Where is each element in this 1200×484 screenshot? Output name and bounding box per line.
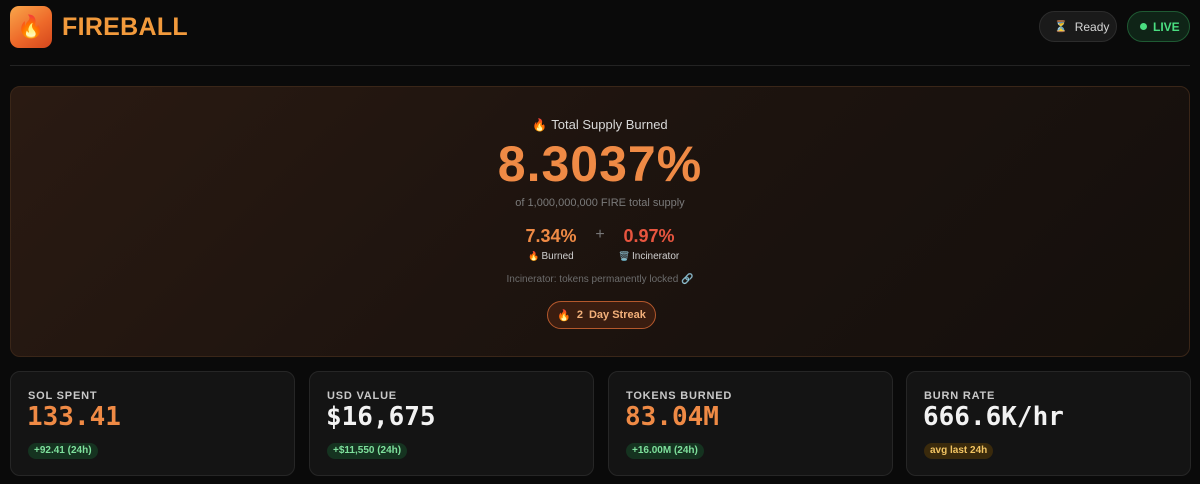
link-icon[interactable]: 🔗 xyxy=(681,274,693,285)
burned-percent: 7.34% xyxy=(525,226,577,246)
streak-count: 2 xyxy=(576,309,583,321)
stat-card-burn-rate: BURN RATE 666.6K/hr avg last 24h xyxy=(906,371,1191,476)
total-burned-panel: 🔥 Total Supply Burned 8.3037% of 1,000,00… xyxy=(10,86,1190,357)
stat-change-badge: +$11,550 (24h) xyxy=(327,443,408,459)
stat-card-usd-value: USD VALUE $16,675 +$11,550 (24h) xyxy=(309,371,594,476)
hero-title: 🔥 Total Supply Burned xyxy=(11,117,1189,132)
stat-change-badge: +92.41 (24h) xyxy=(28,443,98,459)
live-dot-icon xyxy=(1140,23,1147,30)
total-supply-subtitle: of 1,000,000,000 FIRE total supply xyxy=(515,197,685,209)
stat-label: USD VALUE xyxy=(327,390,397,402)
incinerator-note-text: Incinerator: tokens permanently locked xyxy=(506,274,679,285)
stat-value: 666.6K/hr xyxy=(923,402,1064,432)
incinerator-note: Incinerator: tokens permanently locked 🔗 xyxy=(11,274,1189,285)
plus-sign: + xyxy=(595,226,605,243)
incinerator-percent: 0.97% xyxy=(623,226,675,246)
status-ready-label: Ready xyxy=(1074,19,1110,34)
burned-label: 🔥 Burned xyxy=(511,251,591,262)
stat-label: TOKENS BURNED xyxy=(626,390,733,402)
hourglass-icon: ⏳ xyxy=(1054,20,1068,33)
status-ready-pill[interactable]: ⏳ Ready xyxy=(1039,11,1117,42)
fire-icon: 🔥 xyxy=(557,308,571,322)
app-header: 🔥 FIREBALL ⏳ Ready LIVE xyxy=(10,0,1190,66)
day-streak-badge[interactable]: 🔥 2 Day Streak xyxy=(547,301,656,329)
stat-value: 133.41 xyxy=(27,402,121,432)
burned-stat: 7.34% 🔥 Burned xyxy=(511,226,591,262)
fire-icon: 🔥 xyxy=(528,252,540,262)
incinerator-stat: 0.97% 🗑️ Incinerator xyxy=(609,226,689,262)
stat-label: BURN RATE xyxy=(924,390,996,402)
streak-label: Day Streak xyxy=(588,309,646,321)
stat-value: $16,675 xyxy=(326,402,436,432)
stat-label: SOL SPENT xyxy=(28,390,98,402)
stat-card-sol-spent: SOL SPENT 133.41 +92.41 (24h) xyxy=(10,371,295,476)
burned-label-text: Burned xyxy=(541,251,574,262)
status-live-label: LIVE xyxy=(1153,19,1180,34)
brand-title: FIREBALL xyxy=(62,13,188,41)
stat-value: 83.04M xyxy=(625,402,719,432)
stat-period-badge: avg last 24h xyxy=(924,443,994,459)
trash-icon: 🗑️ xyxy=(618,252,630,262)
stat-change-badge: +16.00M (24h) xyxy=(626,443,704,459)
fire-icon: 🔥 xyxy=(532,118,548,132)
total-burned-percent: 8.3037% xyxy=(497,136,703,192)
status-live-pill[interactable]: LIVE xyxy=(1127,11,1190,42)
burn-breakdown: 7.34% 🔥 Burned + 0.97% 🗑️ Incinerator xyxy=(11,226,1189,262)
stat-card-tokens-burned: TOKENS BURNED 83.04M +16.00M (24h) xyxy=(608,371,893,476)
hero-title-text: Total Supply Burned xyxy=(551,117,668,132)
incinerator-label: 🗑️ Incinerator xyxy=(609,251,689,262)
logo-glyph: 🔥 xyxy=(17,14,45,40)
fire-icon: 🔥 xyxy=(10,6,52,48)
incinerator-label-text: Incinerator xyxy=(631,251,680,262)
